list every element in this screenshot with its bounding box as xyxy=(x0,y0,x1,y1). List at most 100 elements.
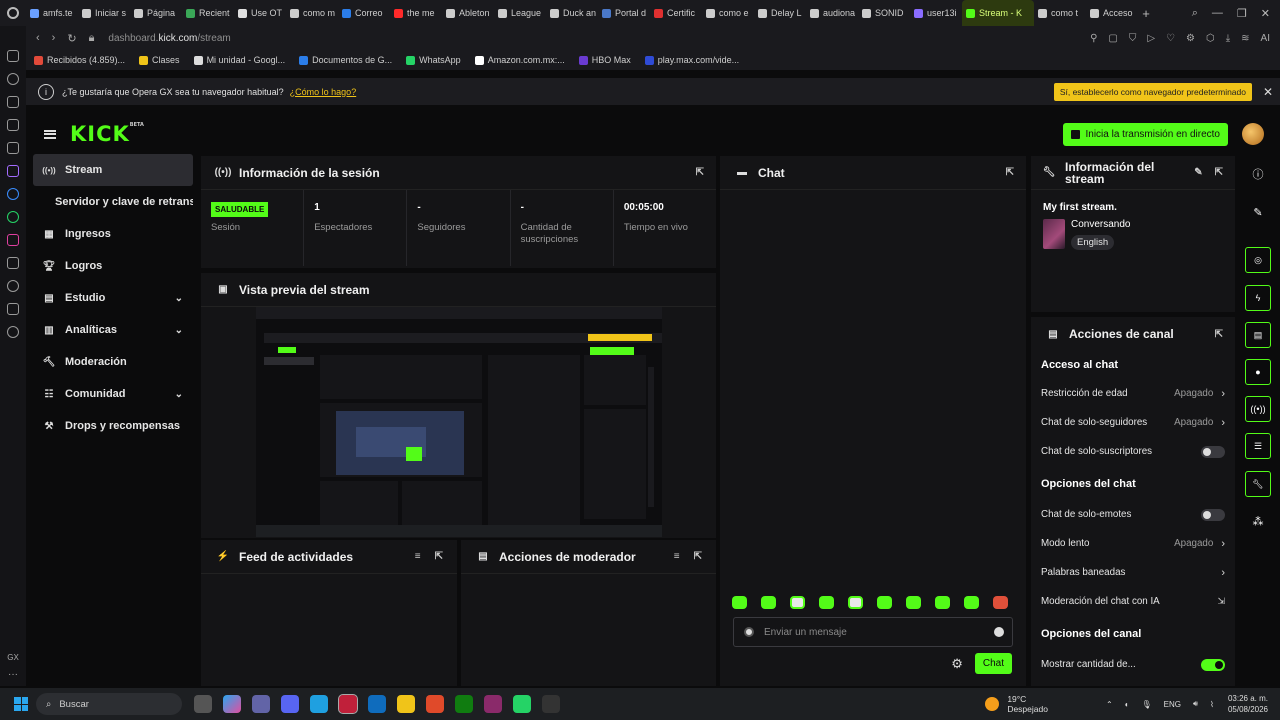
weather-widget[interactable]: 19°C Despejado xyxy=(985,694,1048,714)
age-restriction-row[interactable]: Restricción de edad Apagado › xyxy=(1031,379,1235,408)
category-name[interactable]: Conversando xyxy=(1071,219,1130,230)
nav-item-trophy[interactable]: 🏆︎ Logros xyxy=(33,250,193,282)
emote[interactable] xyxy=(761,596,776,609)
bookmark-item[interactable]: Documentos de G... xyxy=(299,55,392,65)
popout-icon[interactable]: ⇱ xyxy=(435,551,443,562)
opera-gx-icon[interactable] xyxy=(338,694,358,714)
sidebar-shop-icon[interactable] xyxy=(7,303,19,315)
rail-broadcast-icon[interactable]: ((•)) xyxy=(1245,396,1271,422)
popout-icon[interactable]: ⇱ xyxy=(694,551,702,562)
emoji-icon[interactable] xyxy=(994,627,1004,637)
banner-howto-link[interactable]: ¿Cómo lo hago? xyxy=(290,87,357,97)
taskbar-search[interactable]: ⌕ Buscar xyxy=(36,693,182,715)
emote[interactable] xyxy=(935,596,950,609)
windows-start-icon[interactable] xyxy=(14,697,28,711)
sidebar-pin-icon[interactable] xyxy=(7,50,19,62)
edit-icon[interactable]: ✎ xyxy=(1194,167,1202,178)
nav-item-moderation[interactable]: 🔨︎ Moderación xyxy=(33,346,193,378)
bookmark-item[interactable]: Amazon.com.mx:... xyxy=(474,55,565,65)
bookmark-item[interactable]: WhatsApp xyxy=(406,55,461,65)
nav-item-drops[interactable]: ⚒ Drops y recompensas xyxy=(33,410,193,442)
go-live-button[interactable]: Inicia la transmisión en directo xyxy=(1063,122,1228,146)
bookmark-item[interactable]: HBO Max xyxy=(578,55,631,65)
popout-icon[interactable]: ⇱ xyxy=(1215,167,1223,178)
emote[interactable] xyxy=(790,596,805,609)
browser-tab[interactable]: League xyxy=(494,0,546,26)
nav-item-server-key[interactable]: Servidor y clave de retransmisión xyxy=(33,186,193,218)
rail-mod-icon[interactable]: ▤ xyxy=(1245,322,1271,348)
browser-tab[interactable]: como e xyxy=(702,0,754,26)
emote[interactable] xyxy=(848,596,863,609)
browser-tab[interactable]: Ableton xyxy=(442,0,494,26)
avatar[interactable] xyxy=(1242,123,1264,145)
sidebar-settings-icon[interactable] xyxy=(7,326,19,338)
edit-icon[interactable]: ✎ xyxy=(1245,199,1271,225)
nav-item-stream[interactable]: ((•)) Stream xyxy=(33,154,193,186)
kick-logo[interactable]: KICKBETA xyxy=(70,122,144,146)
maximize-button[interactable]: ❐ xyxy=(1237,7,1247,20)
bookmark-item[interactable]: Recibidos (4.859)... xyxy=(34,55,125,65)
banned-words-row[interactable]: Palabras baneadas › xyxy=(1031,558,1235,587)
winrar-icon[interactable] xyxy=(484,695,502,713)
task-view-icon[interactable] xyxy=(194,695,212,713)
followers-only-row[interactable]: Chat de solo-seguidores Apagado › xyxy=(1031,408,1235,437)
sidebar-more-icon[interactable]: ··· xyxy=(8,669,18,680)
close-banner-icon[interactable]: ✕ xyxy=(1256,85,1280,99)
subs-only-toggle[interactable] xyxy=(1201,445,1225,458)
info-icon[interactable]: ⓘ xyxy=(1245,161,1271,187)
browser-tab[interactable]: Recient xyxy=(182,0,234,26)
tray-app-icon[interactable]: ◐ xyxy=(1125,700,1130,709)
minimize-button[interactable]: — xyxy=(1212,7,1223,20)
reload-button[interactable]: ↻ xyxy=(67,32,76,45)
emote[interactable] xyxy=(732,596,747,609)
play-icon[interactable]: ▷ xyxy=(1147,33,1155,44)
browser-tab[interactable]: Acceso xyxy=(1086,0,1138,26)
browser-tab[interactable]: Página xyxy=(130,0,182,26)
sidebar-instagram-icon[interactable] xyxy=(7,234,19,246)
browser-tab[interactable]: the me xyxy=(390,0,442,26)
menu-icon[interactable] xyxy=(44,129,56,139)
sidebar-twitch-icon[interactable] xyxy=(7,165,19,177)
browser-tab[interactable]: como m xyxy=(286,0,338,26)
browser-tab[interactable]: Iniciar s xyxy=(78,0,130,26)
edge-icon[interactable] xyxy=(310,695,328,713)
nav-item-analytics[interactable]: ▥ Analíticas ⌄ xyxy=(33,314,193,346)
language-tag[interactable]: English xyxy=(1071,235,1115,250)
rail-chat-icon[interactable]: ● xyxy=(1245,359,1271,385)
sound-icon[interactable]: 🔊︎ xyxy=(1193,699,1198,709)
popout-icon[interactable]: ⇱ xyxy=(1006,167,1014,178)
popout-icon[interactable]: ⇱ xyxy=(696,167,704,178)
sidebar-extensions-icon[interactable] xyxy=(7,257,19,269)
mic-icon[interactable]: 🎙︎ xyxy=(1142,700,1152,709)
back-button[interactable]: ‹ xyxy=(36,32,40,45)
rail-wrench-icon[interactable]: 🔧︎ xyxy=(1245,471,1271,497)
browser-tab[interactable]: Certific xyxy=(650,0,702,26)
nav-item-studio[interactable]: ▤ Estudio ⌄ xyxy=(33,282,193,314)
show-count-toggle[interactable] xyxy=(1201,658,1225,671)
ai-icon[interactable]: AI xyxy=(1261,33,1270,44)
browser-tab[interactable]: user13i xyxy=(910,0,962,26)
gx-label[interactable]: GX xyxy=(7,653,19,662)
extensions-icon[interactable]: ⬡ xyxy=(1206,33,1215,44)
teams-icon[interactable] xyxy=(252,695,270,713)
bookmark-item[interactable]: play.max.com/vide... xyxy=(644,55,739,65)
wifi-icon[interactable]: ⌇ xyxy=(1210,700,1214,709)
tray-overflow-icon[interactable]: ⌃ xyxy=(1106,700,1113,709)
xbox-icon[interactable] xyxy=(455,695,473,713)
browser-tab[interactable]: Delay L xyxy=(754,0,806,26)
emote[interactable] xyxy=(877,596,892,609)
browser-tab[interactable]: Stream - K xyxy=(962,0,1034,26)
sidebar-history-icon[interactable] xyxy=(7,73,19,85)
office-icon[interactable] xyxy=(426,695,444,713)
copilot-icon[interactable] xyxy=(223,695,241,713)
sidebar-news-icon[interactable] xyxy=(7,119,19,131)
pin-icon[interactable]: ⚲ xyxy=(1090,33,1097,44)
language-indicator[interactable]: ENG xyxy=(1164,700,1181,709)
browser-tab[interactable]: Use OT xyxy=(234,0,286,26)
nav-item-income[interactable]: ▦ Ingresos xyxy=(33,218,193,250)
browser-tab[interactable]: Duck an xyxy=(546,0,598,26)
browser-tab[interactable]: Correo xyxy=(338,0,390,26)
browser-tab[interactable]: amfs.te xyxy=(26,0,78,26)
set-default-button[interactable]: Sí, establecerlo como navegador predeter… xyxy=(1053,82,1252,101)
search-tabs-icon[interactable]: ⌕ xyxy=(1192,7,1198,20)
